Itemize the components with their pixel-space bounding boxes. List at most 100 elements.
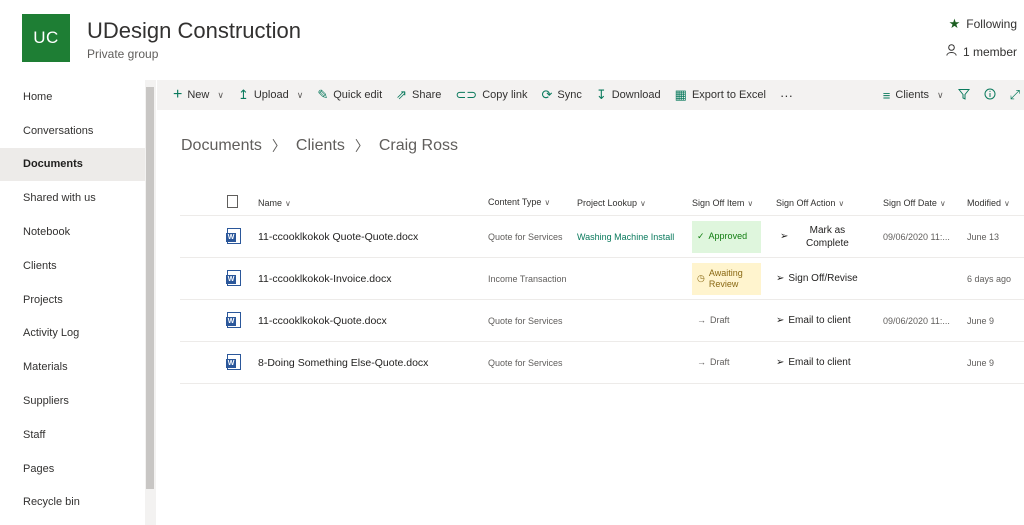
share-button[interactable]: ⇗ Share xyxy=(389,80,448,110)
send-icon: ➢ xyxy=(780,231,789,242)
status-label: Draft xyxy=(710,315,730,325)
excel-icon: ▦ xyxy=(674,87,687,102)
quick-edit-button[interactable]: ✎ Quick edit xyxy=(310,80,389,110)
sign-off-action-button[interactable]: ➢ Sign Off/Revise xyxy=(776,273,883,284)
chevron-down-icon: ∨ xyxy=(544,198,551,207)
download-button[interactable]: ↧ Download xyxy=(589,80,668,110)
more-actions-button[interactable]: ··· xyxy=(773,80,800,110)
word-doc-icon xyxy=(226,269,241,286)
arrow-right-icon: → xyxy=(697,315,706,325)
sign-off-action-button[interactable]: ➢ Mark as Complete xyxy=(776,224,883,250)
nav-item-shared-with-us[interactable]: Shared with us xyxy=(0,181,145,215)
members-button[interactable]: 1 member xyxy=(946,44,1017,59)
upload-button[interactable]: ↥ Upload ∨ xyxy=(231,80,310,110)
nav-item-activity-log[interactable]: Activity Log xyxy=(0,317,145,351)
nav-item-materials[interactable]: Materials xyxy=(0,350,145,384)
nav-item-clients[interactable]: Clients xyxy=(0,249,145,283)
view-label: Clients xyxy=(895,89,929,101)
header-sign-off-action[interactable]: Sign Off Action ∨ xyxy=(776,198,883,208)
project-lookup-link[interactable]: Washing Machine Install xyxy=(577,232,692,242)
following-label: Following xyxy=(966,17,1017,31)
copy-link-label: Copy link xyxy=(482,89,528,101)
copy-link-button[interactable]: ⊂⊃ Copy link xyxy=(448,80,534,110)
following-button[interactable]: ★ Following xyxy=(949,16,1017,32)
nav-item-conversations[interactable]: Conversations xyxy=(0,114,145,148)
site-logo[interactable]: UC xyxy=(22,14,70,62)
status-label: Awaiting Review xyxy=(708,267,743,289)
chevron-down-icon: ∨ xyxy=(838,198,845,208)
breadcrumb-current-folder: Craig Ross xyxy=(378,137,458,154)
new-button[interactable]: + New ∨ xyxy=(157,80,231,110)
command-bar: + New ∨ ↥ Upload ∨ ✎ Quick edit ⇗ Share … xyxy=(157,80,1024,110)
modified-cell: 6 days ago xyxy=(967,273,1012,284)
header-content-type-label: Content Type xyxy=(488,197,542,207)
file-icon xyxy=(227,195,238,208)
nav-item-suppliers[interactable]: Suppliers xyxy=(0,384,145,418)
file-type-header[interactable] xyxy=(180,195,258,210)
filter-button[interactable] xyxy=(951,80,977,110)
table-row[interactable]: 11-ccooklkokok Quote-Quote.docx Quote fo… xyxy=(180,216,1024,258)
sync-icon: ⟳ xyxy=(541,87,553,102)
header-content-type[interactable]: Content Type ∨ xyxy=(488,196,577,209)
modified-cell: June 13 xyxy=(967,231,1000,242)
nav-item-pages[interactable]: Pages xyxy=(0,452,145,486)
clock-icon: ◷ xyxy=(697,273,705,283)
content-type-cell: Quote for Services xyxy=(488,357,563,368)
table-row[interactable]: 11-ccooklkokok-Invoice.docx Income Trans… xyxy=(180,258,1024,300)
sign-off-date-cell: 09/06/2020 11:... xyxy=(883,231,950,242)
word-doc-icon xyxy=(226,227,241,244)
table-row[interactable]: 11-ccooklkokok-Quote.docx Quote for Serv… xyxy=(180,300,1024,342)
chevron-right-icon: 〉 xyxy=(271,138,286,154)
send-icon: ➢ xyxy=(776,315,785,326)
breadcrumb-documents[interactable]: Documents xyxy=(181,137,262,155)
breadcrumb-clients[interactable]: Clients xyxy=(296,137,345,155)
left-navigation: Home Conversations Documents Shared with… xyxy=(0,80,145,525)
header-sign-off-item[interactable]: Sign Off Item ∨ xyxy=(692,198,776,208)
checkmark-icon: ✓ xyxy=(697,231,705,241)
star-icon: ★ xyxy=(948,16,961,31)
header-modified-label: Modified xyxy=(967,197,1002,208)
download-icon: ↧ xyxy=(595,87,607,102)
quick-edit-label: Quick edit xyxy=(333,89,383,101)
action-label: Email to client xyxy=(788,357,851,368)
nav-item-documents[interactable]: Documents xyxy=(0,147,145,182)
share-icon: ⇗ xyxy=(396,87,408,102)
header-modified[interactable]: Modified ∨ xyxy=(967,198,1024,208)
nav-item-recycle-bin[interactable]: Recycle bin xyxy=(0,486,145,520)
file-name-link[interactable]: 11-ccooklkokok Quote-Quote.docx xyxy=(258,231,488,243)
file-name-link[interactable]: 11-ccooklkokok-Invoice.docx xyxy=(258,273,488,285)
filter-icon xyxy=(957,88,970,103)
header-name[interactable]: Name ∨ xyxy=(258,198,488,208)
chevron-down-icon: ∨ xyxy=(939,198,946,208)
site-title[interactable]: UDesign Construction xyxy=(87,18,301,44)
content-type-cell: Quote for Services xyxy=(488,231,563,242)
nav-item-projects[interactable]: Projects xyxy=(0,283,145,317)
expand-button[interactable]: ⤢ xyxy=(1003,80,1024,110)
sign-off-action-button[interactable]: ➢ Email to client xyxy=(776,357,883,368)
sign-off-action-button[interactable]: ➢ Email to client xyxy=(776,315,883,326)
nav-item-home[interactable]: Home xyxy=(0,80,145,114)
chevron-right-icon: 〉 xyxy=(354,138,369,154)
file-name-link[interactable]: 8-Doing Something Else-Quote.docx xyxy=(258,357,488,369)
sync-button[interactable]: ⟳ Sync xyxy=(534,80,588,110)
header-project-lookup[interactable]: Project Lookup ∨ xyxy=(577,198,692,208)
header-project-lookup-label: Project Lookup xyxy=(577,197,638,208)
table-row[interactable]: 8-Doing Something Else-Quote.docx Quote … xyxy=(180,342,1024,384)
upload-icon: ↥ xyxy=(237,87,249,102)
header-sign-off-action-label: Sign Off Action xyxy=(776,197,836,208)
info-button[interactable] xyxy=(977,80,1003,110)
breadcrumb: Documents 〉 Clients 〉 Craig Ross xyxy=(181,136,458,156)
header-sign-off-item-label: Sign Off Item xyxy=(692,197,745,208)
sidebar-scrollbar-thumb[interactable] xyxy=(146,87,154,489)
status-badge: → Draft xyxy=(692,311,761,330)
view-selector[interactable]: ≡ Clients ∨ xyxy=(876,80,951,110)
nav-item-notebook[interactable]: Notebook xyxy=(0,215,145,249)
more-label: ··· xyxy=(779,87,793,103)
export-to-excel-button[interactable]: ▦ Export to Excel xyxy=(668,80,773,110)
nav-item-staff[interactable]: Staff xyxy=(0,418,145,452)
header-sign-off-date[interactable]: Sign Off Date ∨ xyxy=(883,198,967,208)
file-name-link[interactable]: 11-ccooklkokok-Quote.docx xyxy=(258,315,488,327)
new-label: New xyxy=(187,89,210,101)
site-privacy-label: Private group xyxy=(87,47,159,61)
word-doc-icon xyxy=(226,353,241,370)
